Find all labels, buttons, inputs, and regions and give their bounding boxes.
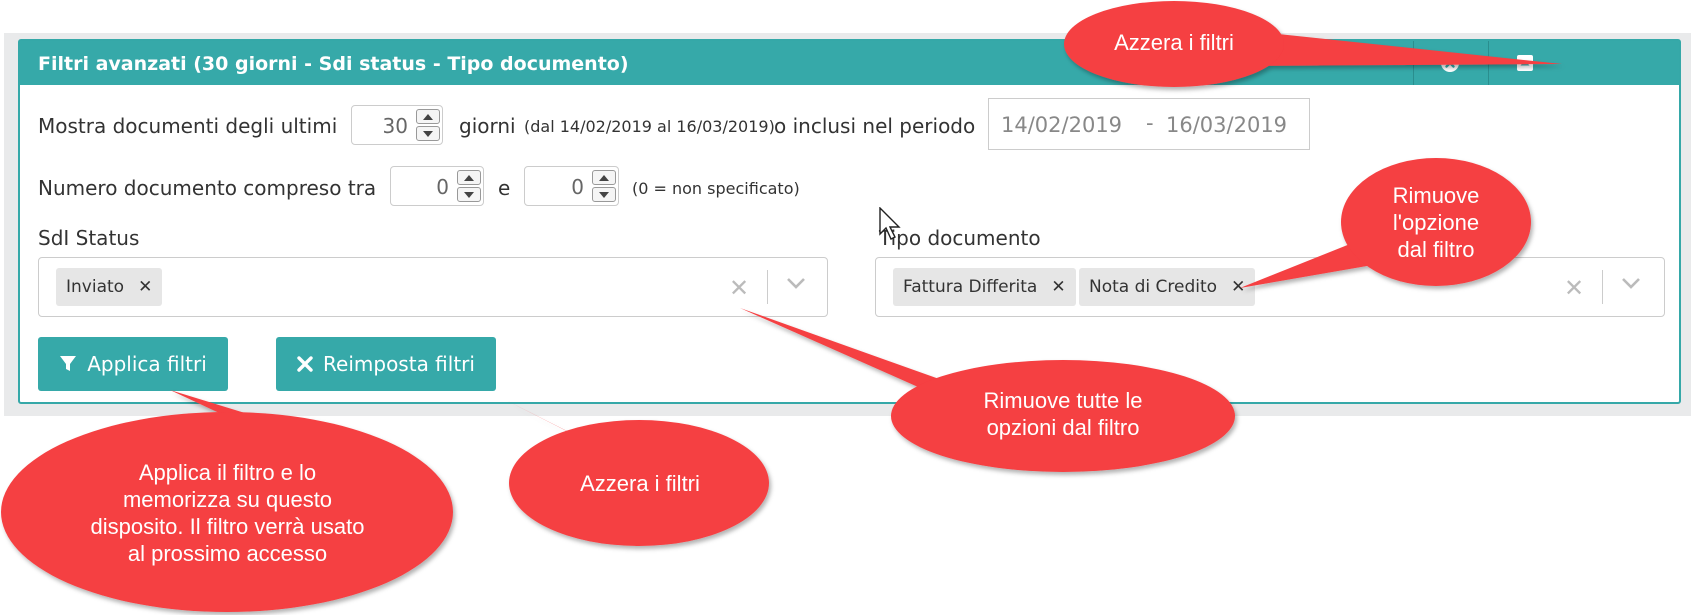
callout-reset-text: Azzera i filtri bbox=[580, 471, 700, 496]
callout-reset bbox=[478, 386, 769, 546]
callout-remove-all-text: Rimuove tutte le opzioni dal filtro bbox=[983, 388, 1143, 440]
callout-apply-text: Applica il filtro e lo memorizza su ques… bbox=[90, 460, 365, 566]
callout-remove-option-text: Rimuove l'opzione dal filtro bbox=[1392, 183, 1480, 262]
callout-top-clear-text: Azzera i filtri bbox=[1114, 30, 1234, 55]
